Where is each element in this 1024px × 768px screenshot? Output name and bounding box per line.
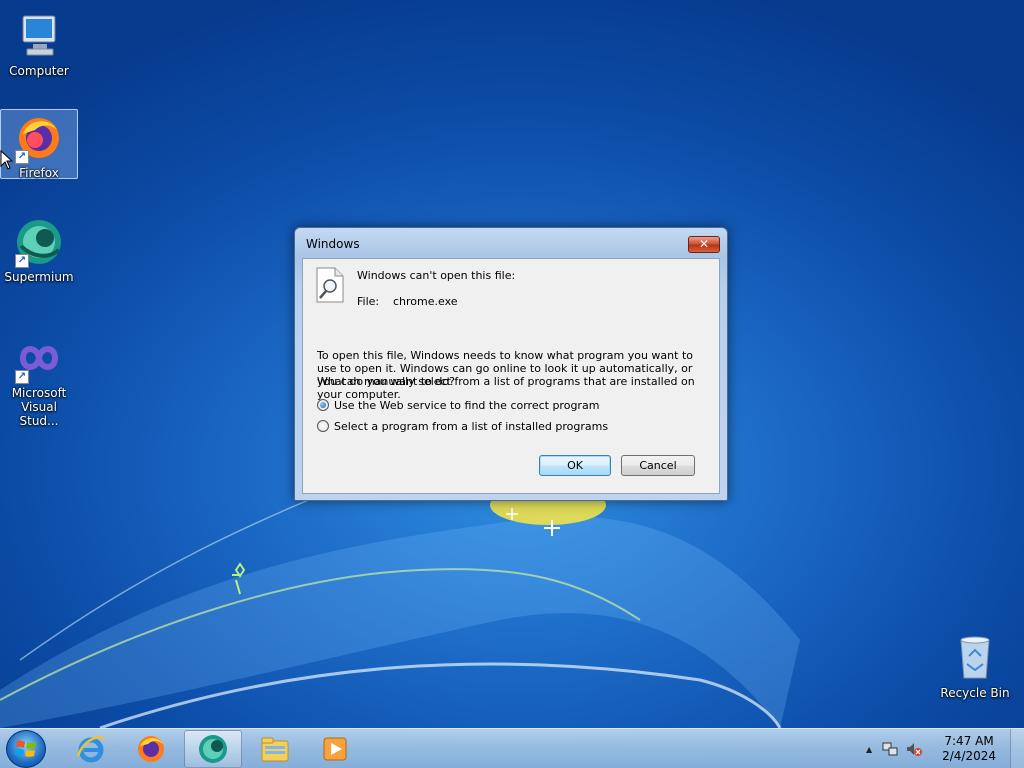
dialog-heading: Windows can't open this file: <box>357 269 516 282</box>
recycle-bin-icon <box>949 632 1001 684</box>
desktop-icon-computer[interactable]: Computer <box>1 8 77 78</box>
desktop-icon-label: Computer <box>9 64 69 78</box>
desktop-icon-label: Microsoft Visual Stud... <box>11 386 67 428</box>
computer-icon <box>13 10 65 62</box>
show-hidden-icons-button[interactable]: ▲ <box>866 745 872 754</box>
desktop-icon-label: Supermium <box>4 270 74 284</box>
cancel-button[interactable]: Cancel <box>621 455 695 476</box>
taskbar-supermium[interactable] <box>184 730 242 768</box>
desktop-icon-supermium[interactable]: ↗ Supermium <box>1 214 77 284</box>
volume-muted-icon[interactable] <box>906 741 923 757</box>
firefox-icon <box>138 736 164 762</box>
dialog-question: What do you want to do? <box>317 375 455 388</box>
file-open-dialog: Windows ✕ Windows can't open this file: … <box>294 227 728 501</box>
notification-area: ▲ <box>866 729 923 768</box>
clock-time: 7:47 AM <box>944 734 994 748</box>
ok-button[interactable]: OK <box>539 455 611 476</box>
internet-explorer-icon <box>76 736 106 763</box>
option-installed-programs[interactable]: Select a program from a list of installe… <box>317 418 608 434</box>
taskbar-firefox[interactable] <box>122 730 180 768</box>
firefox-icon: ↗ <box>13 112 65 164</box>
supermium-icon: ↗ <box>13 216 65 268</box>
desktop-icon-label: Recycle Bin <box>940 686 1010 700</box>
option-label: Use the Web service to find the correct … <box>334 398 600 412</box>
radio-button-checked[interactable] <box>317 399 329 411</box>
file-label: File: <box>357 295 380 308</box>
taskbar-file-explorer[interactable] <box>246 730 304 768</box>
option-web-service[interactable]: Use the Web service to find the correct … <box>317 397 599 413</box>
file-explorer-icon <box>261 737 289 762</box>
media-player-icon <box>323 737 347 761</box>
shortcut-arrow-icon: ↗ <box>15 150 29 164</box>
network-icon[interactable] <box>882 741 898 757</box>
file-name: chrome.exe <box>393 295 458 308</box>
taskbar-media-player[interactable] <box>306 730 364 768</box>
option-label: Select a program from a list of installe… <box>334 419 609 433</box>
shortcut-arrow-icon: ↗ <box>15 254 29 268</box>
dialog-titlebar[interactable]: Windows ✕ <box>295 228 727 258</box>
desktop-icon-visual-studio[interactable]: ↗ Microsoft Visual Stud... <box>1 330 77 428</box>
file-search-icon <box>316 267 344 303</box>
supermium-icon <box>199 735 227 763</box>
mouse-cursor-icon <box>0 150 14 170</box>
start-button[interactable] <box>6 730 46 768</box>
show-desktop-button[interactable] <box>1010 729 1024 768</box>
clock-date: 2/4/2024 <box>942 749 996 763</box>
shortcut-arrow-icon: ↗ <box>15 370 29 384</box>
dialog-content: Windows can't open this file: File: chro… <box>302 258 720 494</box>
visual-studio-icon: ↗ <box>13 332 65 384</box>
system-clock[interactable]: 7:47 AM 2/4/2024 <box>942 734 996 764</box>
windows-logo-icon <box>15 740 36 757</box>
close-button[interactable]: ✕ <box>688 236 720 253</box>
taskbar: ▲ 7:47 AM 2/4/2024 <box>0 728 1024 768</box>
taskbar-internet-explorer[interactable] <box>62 730 120 768</box>
dialog-title: Windows <box>306 237 360 251</box>
radio-button-unchecked[interactable] <box>317 420 329 432</box>
desktop-icon-recycle-bin[interactable]: Recycle Bin <box>937 630 1013 700</box>
